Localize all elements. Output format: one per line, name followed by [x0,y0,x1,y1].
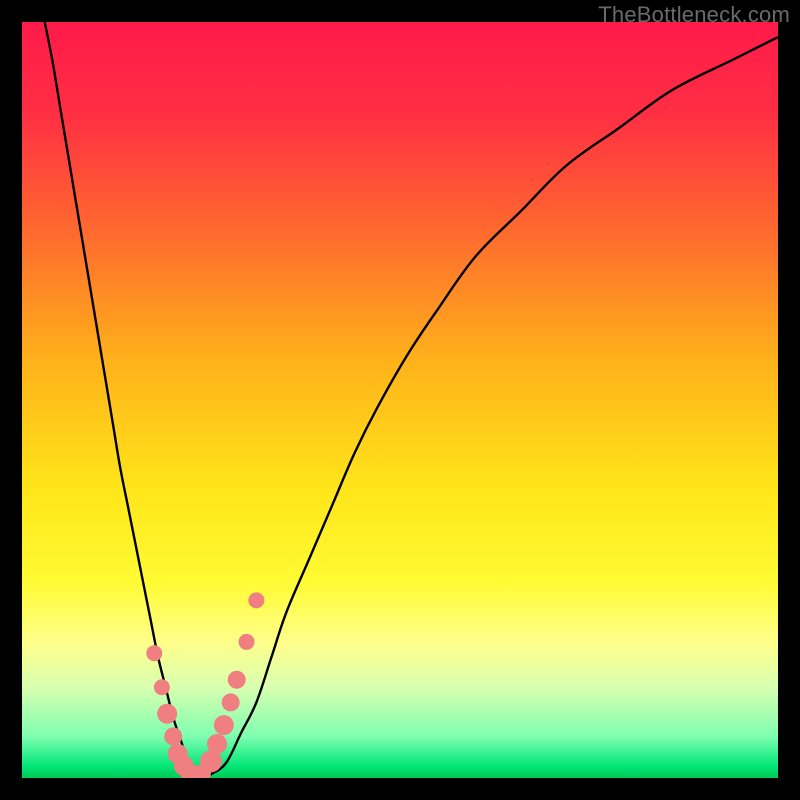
data-marker [248,592,264,608]
data-marker [207,734,227,754]
data-marker [154,679,170,695]
data-marker [214,715,234,735]
data-marker [222,693,240,711]
data-marker [146,645,162,661]
data-marker [239,634,255,650]
watermark-text: TheBottleneck.com [598,2,790,28]
chart-svg [22,22,778,778]
plot-area [22,22,778,778]
data-marker [164,727,182,745]
outer-frame: TheBottleneck.com [0,0,800,800]
data-marker [228,671,246,689]
data-marker [157,704,177,724]
gradient-bg [22,22,778,778]
